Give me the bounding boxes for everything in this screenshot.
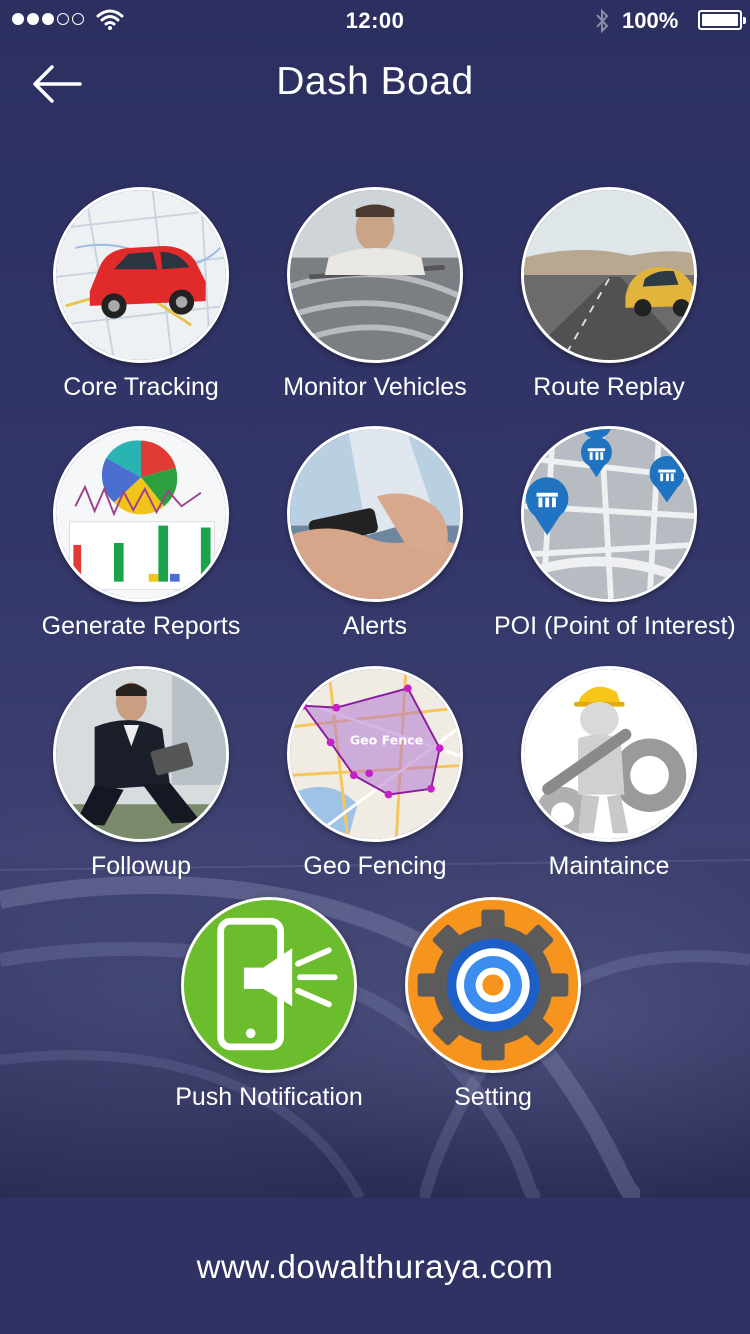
tile-label: Geo Fencing	[303, 852, 447, 880]
generate-reports-image	[53, 426, 229, 602]
tile-monitor-vehicles[interactable]: Monitor Vehicles	[260, 187, 490, 402]
tile-label: Alerts	[343, 612, 407, 640]
push-notification-icon	[181, 897, 357, 1073]
header: Dash Boad	[0, 50, 750, 116]
tile-label: Setting	[454, 1083, 532, 1111]
tile-setting[interactable]: Setting	[378, 897, 608, 1112]
route-replay-image	[521, 187, 697, 363]
followup-image	[53, 666, 229, 842]
tile-alerts[interactable]: Alerts	[260, 426, 490, 641]
tile-label: Push Notification	[175, 1083, 363, 1111]
tile-route-replay[interactable]: Route Replay	[494, 187, 724, 402]
tile-push-notification[interactable]: Push Notification	[154, 897, 384, 1112]
bluetooth-icon	[596, 8, 609, 34]
core-tracking-image	[53, 187, 229, 363]
poi-map-image	[521, 426, 697, 602]
battery-icon	[698, 10, 746, 30]
tile-label: Route Replay	[533, 373, 685, 401]
tile-generate-reports[interactable]: Generate Reports	[26, 426, 256, 641]
status-bar: 12:00 100%	[0, 0, 750, 40]
battery-percentage: 100%	[622, 8, 679, 33]
footer: www.dowalthuraya.com	[0, 1198, 750, 1334]
geo-fencing-map-image: Geo Fence	[287, 666, 463, 842]
tile-label: Generate Reports	[41, 612, 241, 640]
tile-core-tracking[interactable]: Core Tracking	[26, 187, 256, 402]
alerts-image	[287, 426, 463, 602]
geo-fence-map-label: Geo Fence	[350, 732, 423, 747]
website-link[interactable]: www.dowalthuraya.com	[0, 1248, 750, 1286]
tile-geo-fencing[interactable]: Geo Fence Geo Fencing	[260, 666, 490, 881]
monitor-vehicles-image	[287, 187, 463, 363]
tile-label: Followup	[90, 852, 192, 880]
tile-poi[interactable]: POI (Point of Interest)	[494, 426, 736, 641]
tile-label: Core Tracking	[63, 373, 219, 401]
dashboard-screen: 12:00 100% Dash Boad Core Tracking Monit…	[0, 0, 750, 1198]
tile-label: Maintaince	[548, 852, 670, 880]
maintaince-image	[521, 666, 697, 842]
setting-gear-icon	[405, 897, 581, 1073]
tile-maintaince[interactable]: Maintaince	[494, 666, 724, 881]
page-title: Dash Boad	[276, 60, 474, 103]
tile-followup[interactable]: Followup	[26, 666, 256, 881]
tile-label: POI (Point of Interest)	[494, 612, 736, 640]
tile-label: Monitor Vehicles	[283, 373, 467, 401]
